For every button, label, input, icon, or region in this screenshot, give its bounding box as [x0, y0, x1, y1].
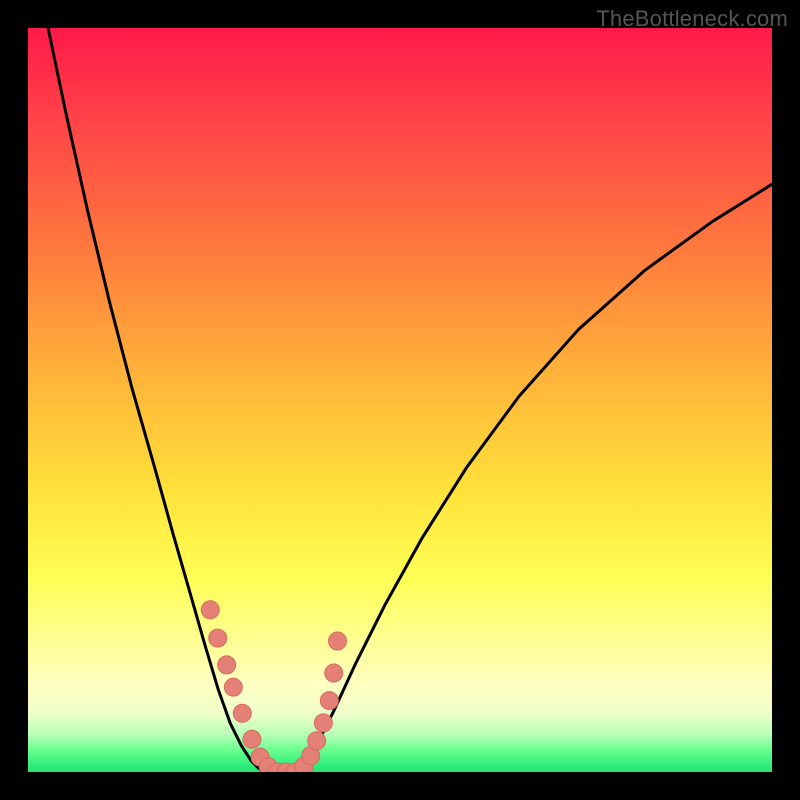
marker-point — [243, 730, 261, 748]
marker-points — [201, 601, 346, 772]
marker-point — [314, 714, 332, 732]
marker-point — [224, 678, 242, 696]
curve-svg — [28, 28, 772, 772]
marker-point — [308, 732, 326, 750]
plot-area — [28, 28, 772, 772]
marker-point — [201, 601, 219, 619]
marker-point — [218, 656, 236, 674]
chart-frame: TheBottleneck.com — [0, 0, 800, 800]
marker-point — [325, 664, 343, 682]
marker-point — [320, 692, 338, 710]
marker-point — [233, 704, 251, 722]
marker-point — [209, 629, 227, 647]
marker-point — [329, 632, 347, 650]
bottleneck-curve-path — [48, 28, 772, 772]
bottleneck-curve — [48, 28, 772, 772]
